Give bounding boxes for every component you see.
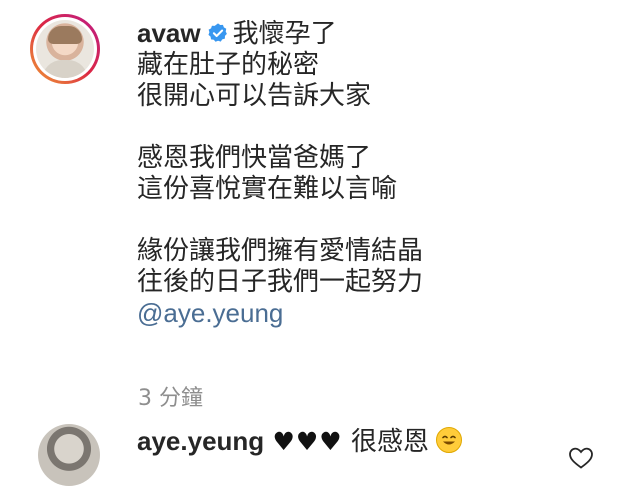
caption-line-2: 藏在肚子的秘密 [137,50,320,80]
caption-line-1: 我懷孕了 [232,19,337,49]
avatar-ring [33,17,97,81]
timestamp[interactable]: 3 分鐘 [138,380,203,412]
avatar-body [42,60,88,78]
caption-line-7: 往後的日子我們一起努力 [137,267,424,297]
reply-comment: aye.yeung ♥♥♥ 很感恩 [137,426,463,458]
grinning-face-icon [435,427,462,453]
reply-username-link[interactable]: aye.yeung [137,426,264,456]
caption-line-4: 感恩我們快當爸媽了 [137,143,372,173]
hearts-emoji: ♥♥♥ [272,427,343,456]
caption-line-5: 這份喜悅實在難以言喻 [137,174,398,204]
reply-text: 很感恩 [350,427,429,457]
avatar-hair [48,26,82,44]
mention-link[interactable]: @aye.yeung [137,298,617,329]
caption-first-line: avaw 我懷孕了 [137,18,617,50]
avatar-aye-yeung[interactable] [38,424,100,486]
instagram-comment-thread: avaw 我懷孕了 藏在肚子的秘密 很開心可以告訴大家 感恩我們快當爸媽了 這份… [0,0,640,486]
caption-line-3: 很開心可以告訴大家 [137,81,372,111]
username-link[interactable]: avaw [137,18,201,48]
verified-badge-icon [208,23,227,42]
caption: avaw 我懷孕了 藏在肚子的秘密 很開心可以告訴大家 感恩我們快當爸媽了 這份… [137,18,617,329]
caption-line-6: 緣份讓我們擁有愛情結晶 [137,236,424,266]
heart-outline-icon[interactable] [568,446,594,470]
avatar-photo [36,20,94,78]
avatar-avaw[interactable] [30,14,100,84]
